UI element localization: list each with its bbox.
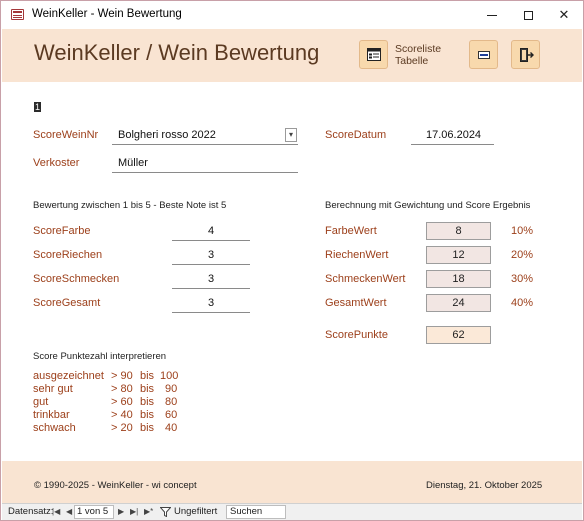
scoreliste-tabelle-label: Scoreliste Tabelle (395, 43, 442, 67)
next-record-icon[interactable]: ▶ (118, 507, 124, 516)
score-datum-field[interactable]: 17.06.2024 (411, 126, 494, 145)
schmecken-wert-label: SchmeckenWert (325, 273, 406, 285)
verkoster-label: Verkoster (33, 157, 80, 169)
close-icon: ✕ (558, 7, 570, 22)
score-schmecken-field[interactable]: 3 (172, 270, 250, 289)
gesamt-wert-label: GesamtWert (325, 297, 387, 309)
record-navigation-bar: Datensatz: |◀ ◀ 1 von 5 ▶ ▶| ▶* Ungefilt… (2, 503, 582, 520)
access-form-icon (11, 9, 24, 20)
score-punkte-field: 62 (426, 326, 491, 344)
riechen-wert-field: 12 (426, 246, 491, 264)
score-gesamt-field[interactable]: 3 (172, 294, 250, 313)
farbe-wert-label: FarbeWert (325, 225, 377, 237)
copyright-text: © 1990-2025 - WeinKeller - wi concept (34, 480, 197, 491)
filter-status[interactable]: Ungefiltert (174, 506, 217, 517)
minimize-icon (487, 15, 497, 17)
window-title: WeinKeller - Wein Bewertung (32, 8, 182, 20)
score-farbe-label: ScoreFarbe (33, 225, 91, 237)
farbe-weight: 10% (511, 225, 534, 237)
title-bar: WeinKeller - Wein Bewertung ✕ (1, 1, 583, 29)
first-record-icon[interactable]: |◀ (52, 507, 60, 516)
verkoster-field[interactable]: Müller (112, 154, 298, 173)
gesamt-wert-field: 24 (426, 294, 491, 312)
maximize-icon (523, 11, 533, 21)
score-datum-label: ScoreDatum (325, 129, 387, 141)
chevron-down-icon[interactable]: ▾ (285, 128, 297, 142)
exit-button[interactable] (511, 40, 540, 69)
datensatz-label: Datensatz: (8, 506, 54, 517)
interpretation-heading: Score Punktezahl interpretieren (33, 351, 167, 362)
score-gesamt-label: ScoreGesamt (33, 297, 101, 309)
score-riechen-label: ScoreRiechen (33, 249, 103, 261)
riechen-weight: 20% (511, 249, 534, 261)
page-title: WeinKeller / Wein Bewertung (34, 40, 320, 65)
riechen-wert-label: RiechenWert (325, 249, 389, 261)
score-schmecken-label: ScoreSchmecken (33, 273, 120, 285)
edit-button[interactable] (469, 40, 498, 69)
form-footer: © 1990-2025 - WeinKeller - wi concept Di… (2, 461, 582, 503)
score-farbe-field[interactable]: 4 (172, 222, 250, 241)
app-window: WeinKeller - Wein Bewertung ✕ WeinKeller… (0, 0, 584, 521)
bewertung-heading: Bewertung zwischen 1 bis 5 - Beste Note … (33, 200, 227, 211)
search-input[interactable]: Suchen (226, 505, 286, 519)
filter-icon[interactable] (160, 507, 171, 517)
close-button[interactable]: ✕ (547, 1, 581, 29)
new-record-icon[interactable]: ▶* (144, 507, 153, 516)
maximize-button[interactable] (511, 1, 545, 29)
last-record-icon[interactable]: ▶| (130, 507, 138, 516)
form-header: WeinKeller / Wein Bewertung Scoreliste T… (2, 29, 582, 82)
schmecken-weight: 30% (511, 273, 534, 285)
record-position-field[interactable]: 1 von 5 (74, 505, 114, 519)
previous-record-icon[interactable]: ◀ (66, 507, 72, 516)
scoreliste-tabelle-button[interactable] (359, 40, 388, 69)
schmecken-wert-field: 18 (426, 270, 491, 288)
farbe-wert-field: 8 (426, 222, 491, 240)
score-punkte-label: ScorePunkte (325, 329, 388, 341)
score-wein-nr-combo[interactable]: Bolgheri rosso 2022 (112, 126, 298, 145)
record-selector[interactable]: 1 (34, 102, 41, 112)
berechnung-heading: Berechnung mit Gewichtung und Score Erge… (325, 200, 531, 211)
exit-door-icon (520, 48, 534, 62)
table-list-icon (367, 48, 381, 61)
form-edit-icon (478, 51, 490, 59)
score-wein-nr-label: ScoreWeinNr (33, 129, 99, 141)
gesamt-weight: 40% (511, 297, 534, 309)
current-date: Dienstag, 21. Oktober 2025 (426, 480, 543, 491)
minimize-button[interactable] (475, 1, 509, 29)
score-riechen-field[interactable]: 3 (172, 246, 250, 265)
